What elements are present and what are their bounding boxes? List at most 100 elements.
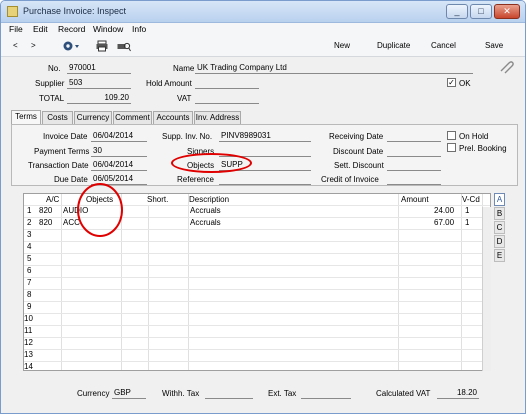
toolbar: < > New Duplicate Cancel Save: [1, 37, 525, 57]
grid-row-line: [24, 241, 490, 242]
invoice-date-label: Invoice Date: [43, 132, 88, 141]
menu-file[interactable]: File: [9, 24, 23, 34]
grid-row-line: [24, 253, 490, 254]
app-icon: [7, 6, 18, 17]
tab-comment[interactable]: Comment: [113, 111, 152, 125]
cancel-button[interactable]: Cancel: [431, 41, 456, 50]
withh-tax-label: Withh. Tax: [162, 389, 200, 398]
print-icon[interactable]: [96, 40, 108, 54]
reference-label: Reference: [177, 175, 214, 184]
tab-accounts[interactable]: Accounts: [153, 111, 193, 125]
gear-icon[interactable]: [61, 39, 81, 55]
grid-row-line: [24, 265, 490, 266]
payment-terms-label: Payment Terms: [34, 147, 90, 156]
grid-tab-e[interactable]: E: [494, 249, 505, 262]
no-field[interactable]: 970001: [67, 63, 131, 74]
maximize-button[interactable]: □: [470, 4, 492, 19]
on-hold-checkbox[interactable]: [447, 131, 456, 140]
total-label: TOTAL: [39, 94, 65, 103]
minimize-button[interactable]: _: [446, 4, 468, 19]
credit-of-invoice-field[interactable]: [387, 174, 441, 185]
row-number: 14: [24, 362, 33, 371]
discount-date-field[interactable]: [387, 146, 441, 157]
grid-tab-b[interactable]: B: [494, 207, 505, 220]
menu-info[interactable]: Info: [132, 24, 146, 34]
name-field[interactable]: UK Trading Company Ltd: [195, 63, 473, 74]
duplicate-button[interactable]: Duplicate: [377, 41, 410, 50]
menu-edit[interactable]: Edit: [33, 24, 48, 34]
menu-bar: File Edit Record Window Info: [1, 23, 525, 37]
objects-highlight-circle: [171, 153, 252, 173]
row-number: 8: [27, 290, 32, 299]
invoice-date-field[interactable]: 06/04/2014: [91, 131, 147, 142]
grid-vertical-scrollbar[interactable]: [482, 207, 491, 371]
grid-row-line: [24, 289, 490, 290]
row-number: 1: [27, 206, 32, 215]
print-preview-icon[interactable]: [117, 40, 131, 54]
menu-record[interactable]: Record: [58, 24, 85, 34]
transaction-date-field[interactable]: 06/04/2014: [91, 160, 147, 171]
previous-record-button[interactable]: <: [13, 41, 18, 50]
menu-window[interactable]: Window: [93, 24, 123, 34]
total-field: 109.20: [67, 93, 131, 104]
no-label: No.: [48, 64, 61, 73]
row-number: 5: [27, 254, 32, 263]
next-record-button[interactable]: >: [31, 41, 36, 50]
save-button[interactable]: Save: [485, 41, 503, 50]
prel-booking-label: Prel. Booking: [459, 144, 507, 153]
currency-label: Currency: [77, 389, 110, 398]
tab-terms[interactable]: Terms: [11, 110, 41, 125]
sett-discount-field[interactable]: [387, 160, 441, 171]
supp-inv-no-field[interactable]: PINV8989031: [219, 131, 311, 142]
ok-label: OK: [459, 79, 471, 88]
vat-label: VAT: [177, 94, 192, 103]
row-number: 2: [27, 218, 32, 227]
grid-tab-d[interactable]: D: [494, 235, 505, 248]
on-hold-label: On Hold: [459, 132, 489, 141]
hold-amount-field[interactable]: [195, 78, 259, 89]
row-number: 10: [24, 314, 33, 323]
calculated-vat-field: 18.20: [437, 388, 479, 399]
tab-currency[interactable]: Currency: [74, 111, 112, 125]
tab-inv-address[interactable]: Inv. Address: [194, 111, 241, 125]
ok-checkbox[interactable]: ✓: [447, 78, 456, 87]
grid-row-line: [24, 361, 490, 362]
grid-tab-c[interactable]: C: [494, 221, 505, 234]
hold-amount-label: Hold Amount: [146, 79, 192, 88]
grid-divider: [148, 194, 149, 370]
new-button[interactable]: New: [334, 41, 350, 50]
row-number: 13: [24, 350, 33, 359]
purchase-invoice-window: Purchase Invoice: Inspect _ □ ✕ File Edi…: [0, 0, 526, 414]
receiving-date-field[interactable]: [387, 131, 441, 142]
calculated-vat-label: Calculated VAT: [376, 389, 431, 398]
prel-booking-checkbox[interactable]: [447, 143, 456, 152]
grid-row-line: [24, 325, 490, 326]
row-number: 12: [24, 338, 33, 347]
grid-divider: [461, 194, 462, 370]
grid-divider: [188, 194, 189, 370]
currency-field[interactable]: GBP: [112, 388, 146, 399]
paperclip-icon[interactable]: [498, 60, 514, 76]
credit-of-invoice-label: Credit of Invoice: [321, 175, 379, 184]
reference-field[interactable]: [219, 174, 311, 185]
objects-column-highlight-circle: [77, 183, 123, 237]
grid-row-line: [24, 313, 490, 314]
row-number: 9: [27, 302, 32, 311]
supp-inv-no-label: Supp. Inv. No.: [162, 132, 213, 141]
due-date-label: Due Date: [54, 175, 88, 184]
transaction-date-label: Transaction Date: [28, 161, 89, 170]
supplier-field[interactable]: 503: [67, 78, 131, 89]
grid-tab-a[interactable]: A: [494, 193, 505, 206]
sett-discount-label: Sett. Discount: [334, 161, 384, 170]
grid-row-line: [24, 277, 490, 278]
row-number: 6: [27, 266, 32, 275]
row-number: 11: [24, 326, 33, 335]
vat-field: [195, 93, 259, 104]
row-number: 3: [27, 230, 32, 239]
payment-terms-field[interactable]: 30: [91, 146, 147, 157]
close-button[interactable]: ✕: [494, 4, 520, 19]
tab-costs[interactable]: Costs: [42, 111, 73, 125]
ext-tax-field: [301, 388, 351, 399]
grid-row-line: [24, 301, 490, 302]
title-bar[interactable]: Purchase Invoice: Inspect _ □ ✕: [1, 1, 525, 23]
